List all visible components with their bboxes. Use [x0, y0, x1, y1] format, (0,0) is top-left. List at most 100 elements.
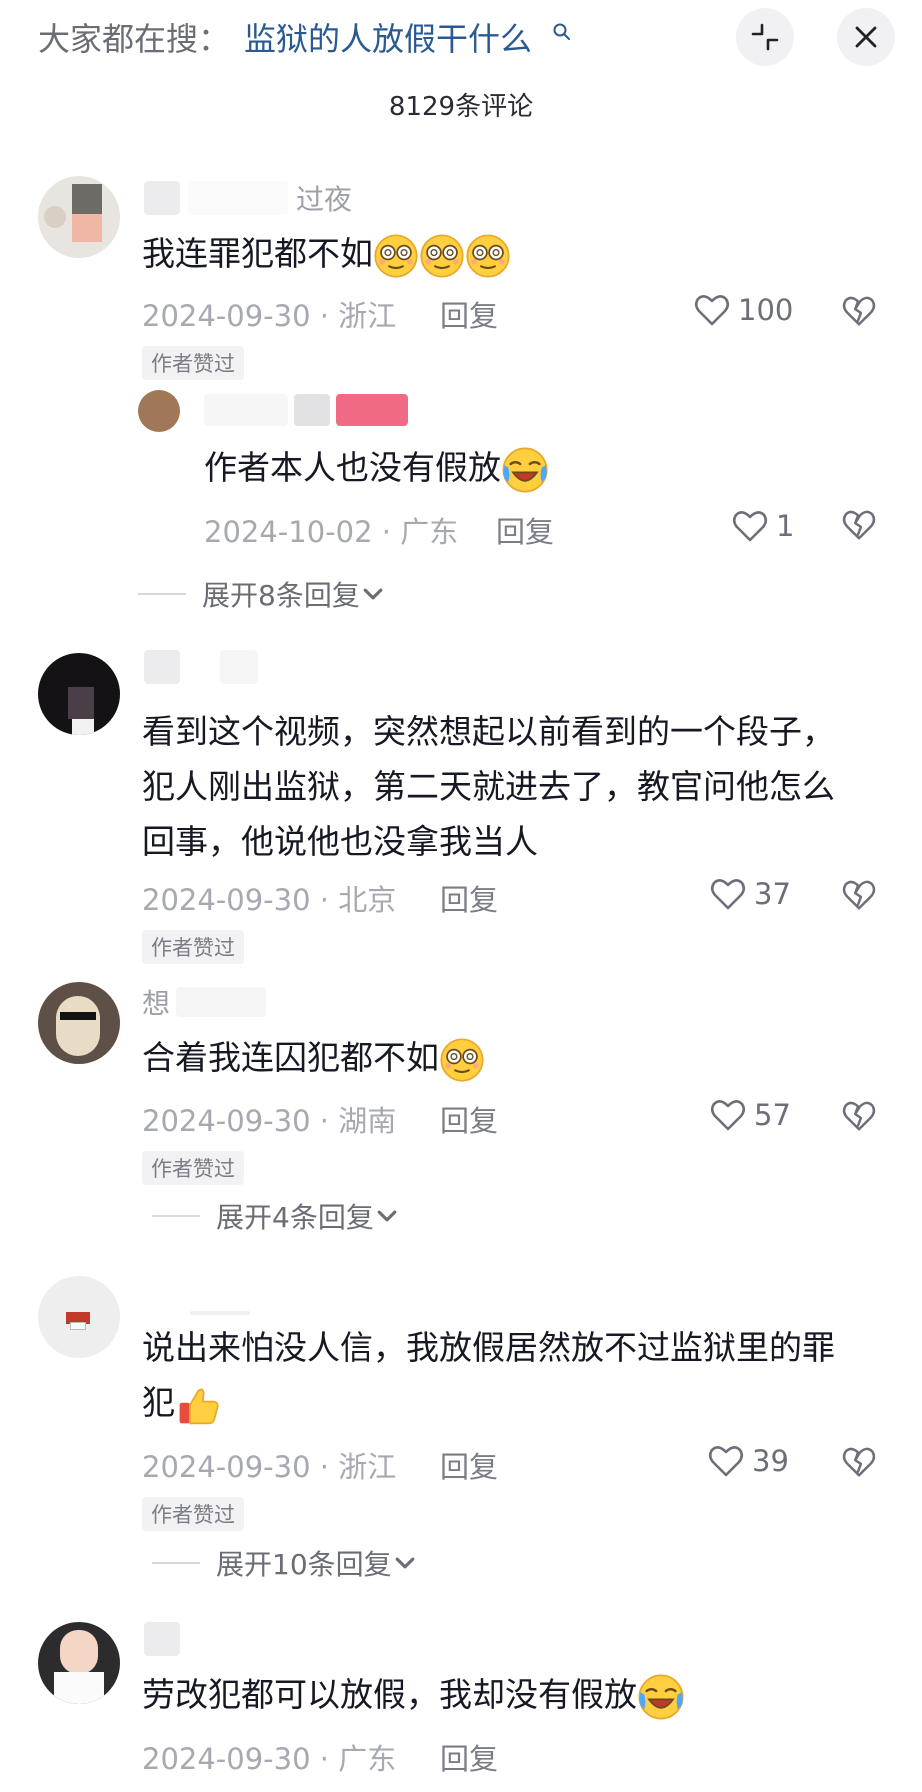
- collapse-button[interactable]: [736, 8, 794, 66]
- like-count: 39: [752, 1444, 789, 1478]
- comment-date: 2024-09-30: [142, 1742, 311, 1776]
- comment-date: 2024-09-30: [142, 883, 311, 917]
- blurred-name: [190, 1311, 250, 1315]
- blurred-name: [176, 987, 267, 1017]
- reply-button[interactable]: 回复: [440, 293, 498, 335]
- comment-date: 2024-09-30: [142, 1104, 311, 1138]
- blurred-name: [144, 1622, 180, 1656]
- blurred-name: [220, 650, 258, 684]
- like-count: 100: [738, 293, 794, 327]
- close-button[interactable]: [837, 8, 895, 66]
- author-liked-badge: 作者赞过: [142, 1151, 244, 1185]
- dislike-icon[interactable]: [840, 292, 878, 330]
- avatar[interactable]: [38, 1622, 120, 1704]
- comment-location: 北京: [338, 883, 397, 917]
- blurred-name: [294, 394, 330, 426]
- dislike-icon[interactable]: [840, 506, 878, 544]
- reply-avatar[interactable]: [138, 390, 180, 432]
- comment-text-line: 回事，他说他也没拿我当人: [142, 822, 538, 861]
- reply-button[interactable]: 回复: [440, 877, 498, 919]
- blurred-name: [144, 181, 180, 215]
- close-icon: [855, 26, 877, 48]
- reply-text-content: 作者本人也没有假放: [204, 448, 501, 487]
- dizzy-face-emoji: [373, 233, 419, 279]
- reply-button[interactable]: 回复: [440, 1444, 498, 1486]
- author-liked-badge: 作者赞过: [142, 1497, 244, 1531]
- blurred-name: [144, 650, 180, 684]
- reply-button[interactable]: 回复: [496, 509, 554, 551]
- like-button[interactable]: 37: [708, 874, 791, 914]
- like-button[interactable]: 57: [708, 1095, 791, 1135]
- comment-meta: 2024-09-30 · 北京: [142, 883, 397, 917]
- username-visible: 过夜: [296, 183, 353, 216]
- thumbs-up-emoji: [175, 1382, 221, 1428]
- blurred-name: [336, 394, 408, 426]
- like-button[interactable]: 100: [692, 290, 793, 330]
- divider-line: [138, 593, 186, 595]
- heart-icon: [708, 874, 748, 914]
- comment-text: 说出来怕没人信，我放假居然放不过监狱里的罪 犯: [142, 1320, 835, 1430]
- comment-meta: 2024-09-30 · 浙江: [142, 1450, 397, 1484]
- heart-icon: [706, 1441, 746, 1481]
- comment-location: 广东: [338, 1742, 397, 1776]
- username[interactable]: [144, 650, 258, 684]
- search-hint-query[interactable]: 监狱的人放假干什么: [244, 14, 532, 60]
- chevron-down-icon: [374, 1203, 400, 1229]
- reply-username[interactable]: [204, 394, 408, 426]
- reply-location: 广东: [400, 515, 459, 549]
- username[interactable]: [190, 1300, 250, 1319]
- comment-text: 合着我连囚犯都不如: [142, 1030, 485, 1085]
- search-hint-label: 大家都在搜：: [38, 20, 231, 58]
- comment-location: 湖南: [338, 1104, 397, 1138]
- comment-text-content: 合着我连囚犯都不如: [142, 1038, 439, 1077]
- username[interactable]: 想: [142, 982, 267, 1022]
- avatar[interactable]: [38, 1276, 120, 1358]
- author-liked-badge: 作者赞过: [142, 346, 244, 380]
- avatar[interactable]: [38, 653, 120, 735]
- dislike-icon[interactable]: [840, 1443, 878, 1481]
- crying-face-emoji: [637, 1673, 685, 1721]
- like-button[interactable]: 1: [730, 506, 794, 546]
- reply-button[interactable]: 回复: [440, 1098, 498, 1140]
- chevron-down-icon: [360, 581, 386, 607]
- comment-text-line: 说出来怕没人信，我放假居然放不过监狱里的罪: [142, 1328, 835, 1367]
- comment-text-content: 劳改犯都可以放假，我却没有假放: [142, 1675, 637, 1714]
- dislike-icon[interactable]: [840, 1097, 878, 1135]
- expand-replies-button[interactable]: 展开10条回复: [152, 1543, 418, 1583]
- reply-meta: 2024-10-02 · 广东: [204, 515, 459, 549]
- avatar[interactable]: [38, 982, 120, 1064]
- comment-meta: 2024-09-30 · 浙江: [142, 299, 397, 333]
- comment-date: 2024-09-30: [142, 299, 311, 333]
- comment-text-line: 犯: [142, 1375, 835, 1430]
- comment-meta: 2024-09-30 · 广东: [142, 1742, 397, 1776]
- expand-replies-button[interactable]: 展开4条回复: [152, 1196, 400, 1236]
- search-icon[interactable]: [552, 22, 572, 42]
- comment-text-line: 看到这个视频，突然想起以前看到的一个段子，: [142, 712, 835, 751]
- reply-date: 2024-10-02: [204, 515, 373, 549]
- reply-text: 作者本人也没有假放: [204, 440, 549, 495]
- comment-text: 看到这个视频，突然想起以前看到的一个段子， 犯人刚出监狱，第二天就进去了，教官问…: [142, 704, 835, 869]
- expand-replies-label: 展开10条回复: [216, 1548, 392, 1581]
- like-count: 37: [754, 877, 791, 911]
- heart-icon: [692, 290, 732, 330]
- chevron-down-icon: [392, 1550, 418, 1576]
- comment-text-content: 犯: [142, 1383, 175, 1422]
- blurred-name: [204, 394, 288, 426]
- username-visible: 想: [142, 987, 171, 1020]
- blurred-name: [188, 181, 288, 215]
- comment-text-line: 犯人刚出监狱，第二天就进去了，教官问他怎么: [142, 767, 835, 806]
- avatar[interactable]: [38, 176, 120, 258]
- dislike-icon[interactable]: [840, 876, 878, 914]
- reply-button[interactable]: 回复: [440, 1736, 498, 1778]
- like-button[interactable]: 39: [706, 1441, 789, 1481]
- heart-icon: [708, 1095, 748, 1135]
- dizzy-face-emoji: [465, 233, 511, 279]
- username[interactable]: [144, 1622, 180, 1660]
- divider-line: [152, 1215, 200, 1217]
- divider-line: [152, 1562, 200, 1564]
- expand-replies-button[interactable]: 展开8条回复: [138, 574, 386, 614]
- comment-location: 浙江: [338, 1450, 397, 1484]
- username[interactable]: 过夜: [144, 178, 352, 218]
- like-count: 57: [754, 1098, 791, 1132]
- crying-face-emoji: [501, 446, 549, 494]
